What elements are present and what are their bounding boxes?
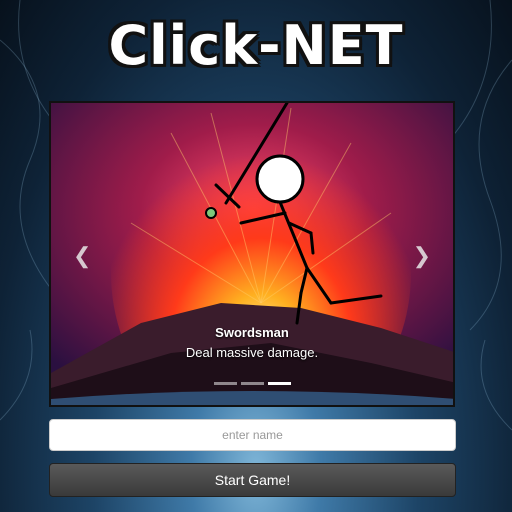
name-input[interactable]	[49, 419, 456, 451]
start-game-button[interactable]: Start Game!	[49, 463, 456, 497]
carousel-indicators	[214, 382, 291, 385]
slide-description: Deal massive damage.	[185, 345, 319, 360]
carousel-indicator-2[interactable]	[241, 382, 264, 385]
carousel-indicator-1[interactable]	[214, 382, 237, 385]
chevron-right-icon[interactable]: ❯	[413, 243, 431, 269]
slide-title: Swordsman	[215, 325, 289, 340]
swordsman-stickfigure	[205, 103, 383, 325]
game-title: Click-NET	[108, 14, 404, 77]
chevron-left-icon[interactable]: ❮	[73, 243, 91, 269]
character-carousel[interactable]: ❮ ❯ Swordsman Deal massive damage.	[49, 101, 455, 407]
carousel-indicator-3[interactable]	[268, 382, 291, 385]
